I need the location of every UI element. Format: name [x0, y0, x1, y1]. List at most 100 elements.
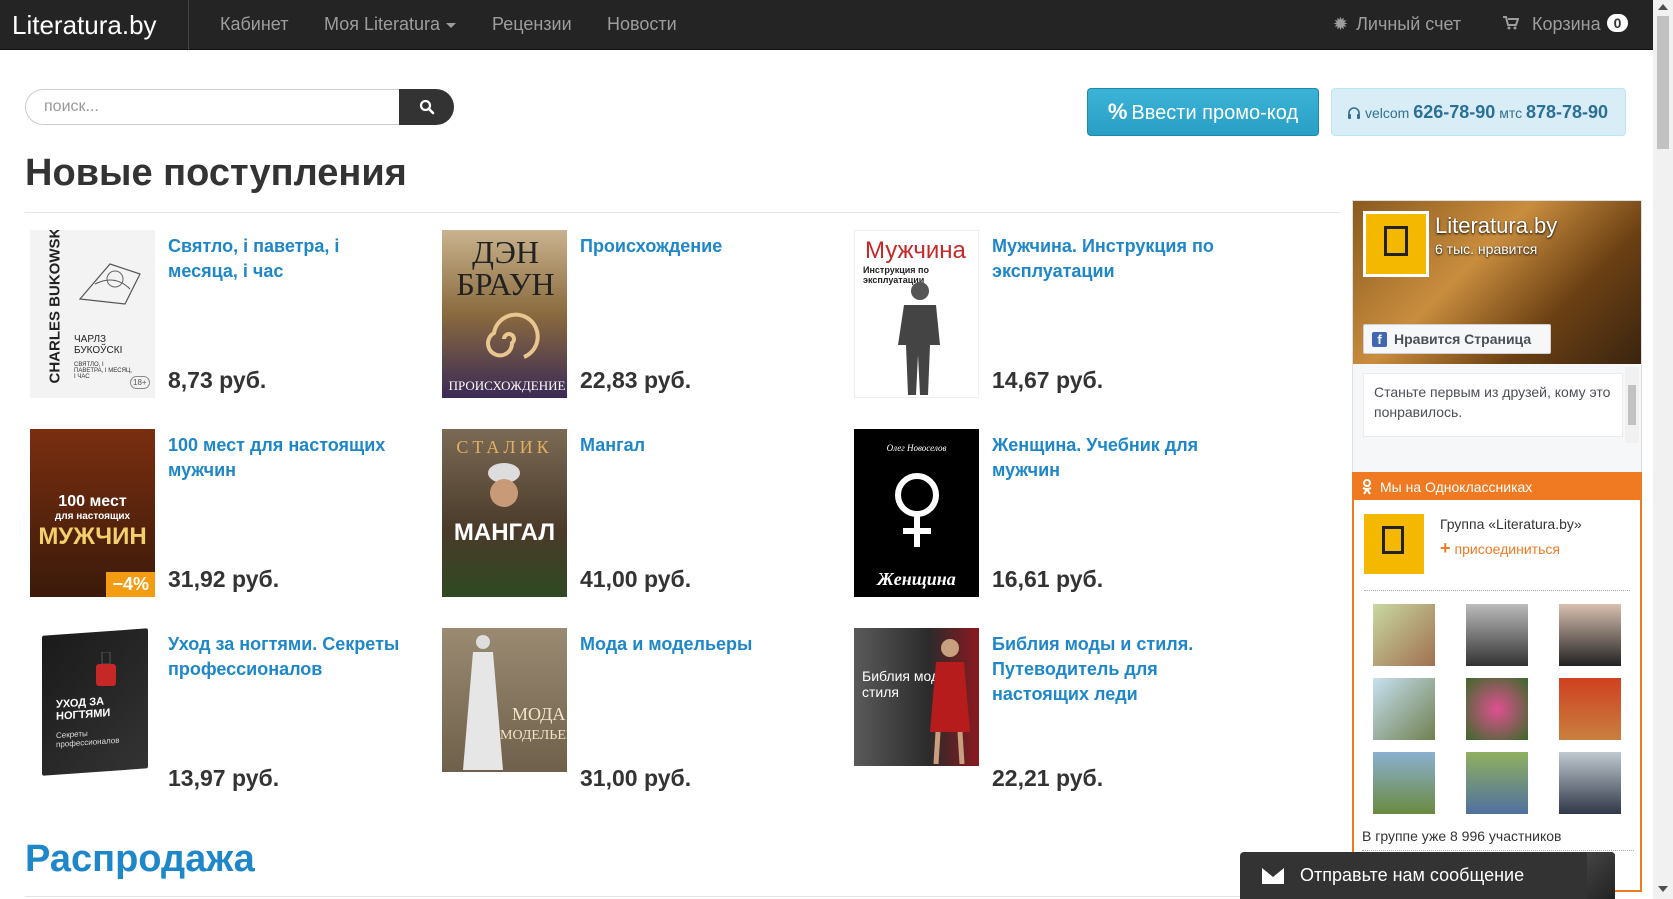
product-card: Олег Новоселов Женщина Женщина. Учебник …: [849, 429, 1249, 619]
cover-title-top: 100 мест: [58, 493, 127, 510]
product-title[interactable]: Мужчина. Инструкция по эксплуатации: [992, 234, 1237, 284]
send-message-label: Отправьте нам сообщение: [1300, 865, 1525, 885]
cover-age-rating: 18+: [130, 376, 150, 389]
product-cover[interactable]: Библия моды и стиля: [854, 628, 979, 766]
divider: [1362, 850, 1634, 851]
cover-author: ДЭН БРАУН: [456, 234, 555, 302]
product-cover[interactable]: СТАЛИК МАНГАЛ: [442, 429, 567, 597]
product-price: 14,67 руб.: [992, 367, 1104, 393]
product-title[interactable]: Мода и модельеры: [580, 632, 825, 657]
logo-mark-icon: [1382, 526, 1404, 554]
member-avatar[interactable]: [1466, 678, 1528, 740]
product-title[interactable]: 100 мест для настоящих мужчин: [168, 433, 413, 483]
odnoklassniki-icon: [1362, 479, 1372, 495]
cover-subtitle: МОДЕЛЬЕРЫ: [500, 728, 567, 743]
product-price: 8,73 руб.: [168, 367, 267, 393]
product-card: МОДА МОДЕЛЬЕРЫ Мода и модельеры 31,00 ру…: [437, 628, 837, 818]
search-button[interactable]: [399, 89, 454, 125]
plus-icon: +: [1440, 538, 1451, 558]
scroll-thumb[interactable]: [1628, 385, 1636, 425]
member-avatar[interactable]: [1373, 678, 1435, 740]
cover-author: СТАЛИК: [456, 437, 553, 457]
product-cover[interactable]: 100 мест для настоящих МУЖЧИН −4%: [30, 429, 155, 597]
ok-group-logo[interactable]: [1364, 514, 1424, 574]
ok-join-link[interactable]: + присоединиться: [1440, 538, 1560, 559]
product-title[interactable]: Женщина. Учебник для мужчин: [992, 433, 1237, 483]
facebook-page-name[interactable]: Literatura.by: [1435, 213, 1557, 239]
ok-group-name[interactable]: Группа «Literatura.by»: [1440, 516, 1582, 532]
sale-heading[interactable]: Распродажа: [25, 838, 255, 881]
divider: [25, 896, 1340, 897]
product-price: 22,21 руб.: [992, 765, 1104, 791]
nav-cart-label: Корзина: [1532, 14, 1601, 34]
product-cover[interactable]: CHARLES BUKOWSKI ЧАРЛЗ БУКОЎСКІ СВЯТЛО, …: [30, 230, 155, 398]
ok-join-label: присоединиться: [1454, 541, 1560, 557]
female-symbol-icon: [895, 473, 939, 547]
facebook-likes-count: 6 тыс. нравится: [1435, 241, 1538, 257]
nav-my-literatura-label: Моя Literatura: [324, 14, 440, 34]
member-avatar[interactable]: [1559, 604, 1621, 666]
cover-title: МОДА: [512, 704, 566, 724]
product-cover[interactable]: Олег Новоселов Женщина: [854, 429, 979, 597]
headphones-icon: [1347, 92, 1361, 138]
search-input[interactable]: [25, 89, 400, 125]
product-title[interactable]: Мангал: [580, 433, 825, 458]
member-avatar[interactable]: [1373, 604, 1435, 666]
promo-code-button[interactable]: % Ввести промо-код: [1087, 88, 1319, 136]
divider: [1364, 590, 1630, 591]
woman-figure-illustration-icon: [930, 639, 970, 764]
facebook-friends-text: Станьте первым из друзей, кому это понра…: [1363, 373, 1623, 437]
send-message-bar[interactable]: Отправьте нам сообщение: [1240, 852, 1615, 899]
member-avatar[interactable]: [1466, 604, 1528, 666]
cover-title: МАНГАЛ: [453, 519, 556, 546]
phone-operator-2: мтс: [1499, 105, 1523, 121]
promo-code-label: Ввести промо-код: [1131, 102, 1299, 124]
facebook-page-widget: Literatura.by 6 тыс. нравится f Нравится …: [1352, 200, 1642, 476]
nav-reviews[interactable]: Рецензии: [492, 14, 572, 35]
scroll-up-icon[interactable]: [1658, 4, 1668, 10]
product-cover[interactable]: МОДА МОДЕЛЬЕРЫ: [442, 628, 567, 772]
product-card: Мужчина Инструкция по эксплуатации Мужчи…: [849, 230, 1249, 420]
facebook-like-button[interactable]: f Нравится Страница: [1363, 324, 1551, 354]
product-title[interactable]: Уход за ногтями. Секреты профессионалов: [168, 632, 413, 682]
brand-separator: [188, 0, 189, 50]
ok-header-label: Мы на Одноклассниках: [1380, 479, 1533, 495]
nav-account-label: Личный счет: [1356, 14, 1462, 34]
nav-account[interactable]: ✹ Личный счет: [1333, 14, 1461, 35]
scroll-thumb[interactable]: [1657, 16, 1669, 149]
product-cover[interactable]: ДЭН БРАУН ПРОИСХОЖДЕНИЕ: [442, 230, 567, 398]
top-navbar: Literatura.by Кабинет Моя Literatura Рец…: [0, 0, 1653, 50]
nav-cart[interactable]: Корзина 0: [1503, 14, 1629, 35]
product-price: 41,00 руб.: [580, 566, 692, 592]
product-cover[interactable]: Мужчина Инструкция по эксплуатации: [854, 230, 979, 398]
member-avatar[interactable]: [1373, 752, 1435, 814]
page-scrollbar[interactable]: [1653, 0, 1673, 899]
facebook-page-logo[interactable]: [1363, 211, 1429, 277]
new-arrivals-heading: Новые поступления: [25, 152, 407, 194]
product-card: 100 мест для настоящих МУЖЧИН −4% 100 ме…: [25, 429, 425, 619]
cover-title: Женщина: [877, 569, 956, 589]
scroll-down-icon[interactable]: [1658, 886, 1668, 892]
nav-news[interactable]: Новости: [607, 14, 677, 35]
product-card: ДЭН БРАУН ПРОИСХОЖДЕНИЕ Происхождение 22…: [437, 230, 837, 420]
cover-title-bottom: МУЖЧИН: [38, 523, 147, 550]
nav-my-literatura[interactable]: Моя Literatura: [324, 14, 456, 35]
member-avatar[interactable]: [1559, 678, 1621, 740]
brand-logo[interactable]: Literatura.by: [12, 10, 157, 41]
product-title[interactable]: Библия моды и стиля. Путеводитель для на…: [992, 632, 1237, 707]
facebook-widget-scrollbar[interactable]: [1625, 367, 1639, 443]
nav-cabinet[interactable]: Кабинет: [220, 14, 288, 35]
product-title[interactable]: Происхождение: [580, 234, 825, 259]
product-title[interactable]: Святло, і паветра, і месяца, і час: [168, 234, 413, 284]
phone-number-1[interactable]: 626-78-90: [1413, 102, 1495, 122]
ok-members-count: В группе уже 8 996 участников: [1362, 828, 1562, 844]
ok-widget-header: Мы на Одноклассниках: [1354, 474, 1640, 500]
cover-author-vertical: CHARLES BUKOWSKI: [46, 230, 64, 384]
phone-number-2[interactable]: 878-78-90: [1526, 102, 1608, 122]
product-card: CHARLES BUKOWSKI ЧАРЛЗ БУКОЎСКІ СВЯТЛО, …: [25, 230, 425, 420]
product-card: УХОД ЗА НОГТЯМИ Секреты профессионалов У…: [25, 628, 425, 818]
member-avatar[interactable]: [1559, 752, 1621, 814]
product-cover[interactable]: УХОД ЗА НОГТЯМИ Секреты профессионалов: [30, 628, 155, 796]
dress-figure-illustration-icon: [463, 635, 503, 770]
member-avatar[interactable]: [1466, 752, 1528, 814]
